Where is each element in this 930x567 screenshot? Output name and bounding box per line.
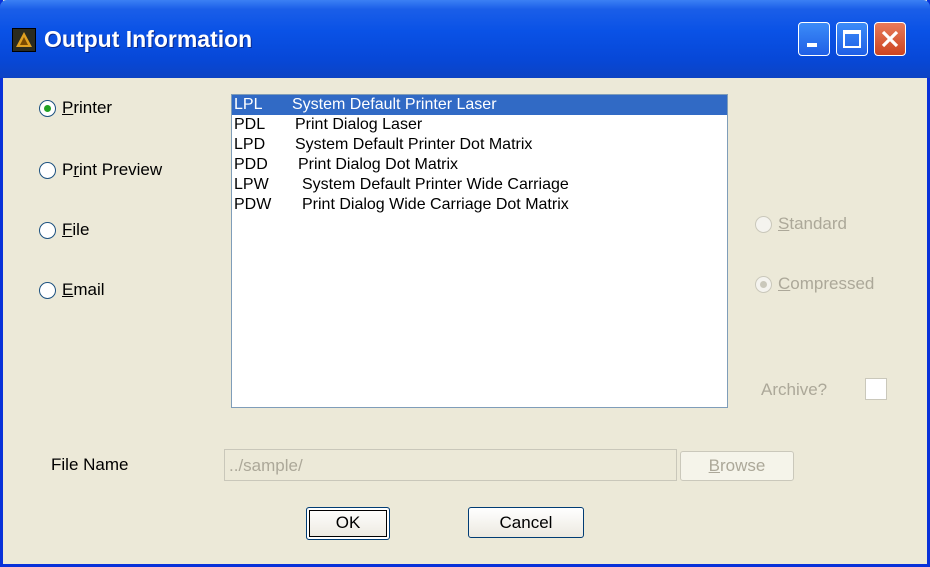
- title-bar[interactable]: Output Information: [0, 0, 930, 78]
- radio-standard[interactable]: Standard: [755, 214, 847, 234]
- list-item-desc: Print Dialog Laser: [295, 116, 423, 133]
- app-logo-icon: [12, 28, 36, 52]
- radio-file[interactable]: File: [39, 220, 89, 240]
- radio-print-preview[interactable]: Print Preview: [39, 160, 162, 180]
- file-name-input[interactable]: ../sample/: [224, 449, 677, 481]
- cancel-button[interactable]: Cancel: [468, 507, 584, 538]
- close-button[interactable]: [874, 22, 906, 56]
- radio-printer-button[interactable]: [39, 99, 56, 117]
- browse-accel: B: [708, 456, 720, 475]
- radio-email-label: Email: [62, 280, 105, 299]
- printer-list[interactable]: LPL System Default Printer Laser PDL Pri…: [231, 94, 728, 408]
- radio-email[interactable]: Email: [39, 280, 105, 300]
- radio-standard-label: Standard: [778, 214, 848, 233]
- archive-checkbox[interactable]: [865, 378, 887, 400]
- list-item-code: LPW: [234, 176, 269, 193]
- list-item[interactable]: LPL System Default Printer Laser: [232, 95, 727, 115]
- list-item-desc: System Default Printer Wide Carriage: [302, 176, 569, 193]
- radio-compressed[interactable]: Compressed: [755, 274, 874, 294]
- list-item[interactable]: PDW Print Dialog Wide Carriage Dot Matri…: [232, 195, 727, 215]
- radio-email-button[interactable]: [39, 281, 56, 299]
- list-item-desc: Print Dialog Wide Carriage Dot Matrix: [302, 196, 569, 213]
- radio-file-label: File: [62, 220, 90, 239]
- list-item-code: LPL: [234, 96, 263, 113]
- print-preview-rest: int Preview: [79, 160, 163, 179]
- list-item[interactable]: PDD Print Dialog Dot Matrix: [232, 155, 727, 175]
- radio-compressed-label: Compressed: [778, 274, 875, 293]
- radio-printer-label: Printer: [62, 98, 113, 117]
- list-item-code: LPD: [234, 136, 266, 153]
- minimize-icon: [807, 43, 817, 47]
- output-information-dialog: Output Information Printer Print Preview…: [0, 0, 930, 567]
- ok-button[interactable]: OK: [306, 507, 390, 540]
- radio-print-preview-button[interactable]: [39, 161, 56, 179]
- maximize-icon: [843, 30, 861, 48]
- radio-printer[interactable]: Printer: [39, 98, 112, 118]
- list-item-code: PDL: [234, 116, 266, 133]
- radio-print-preview-label: Print Preview: [62, 160, 163, 179]
- radio-file-button[interactable]: [39, 221, 56, 239]
- minimize-button[interactable]: [798, 22, 830, 56]
- list-item-desc: System Default Printer Dot Matrix: [295, 136, 533, 153]
- radio-compressed-button[interactable]: [755, 275, 772, 293]
- browse-button[interactable]: Browse: [680, 451, 794, 481]
- window-title: Output Information: [44, 26, 253, 52]
- list-item-desc: Print Dialog Dot Matrix: [298, 156, 459, 173]
- list-item-desc: System Default Printer Laser: [292, 96, 497, 113]
- browse-rest: rowse: [719, 456, 766, 475]
- list-item[interactable]: LPW System Default Printer Wide Carriage: [232, 175, 727, 195]
- maximize-button[interactable]: [836, 22, 868, 56]
- radio-standard-button[interactable]: [755, 215, 772, 233]
- close-icon: [881, 30, 899, 48]
- list-item-code: PDD: [234, 156, 268, 173]
- file-name-label: File Name: [51, 455, 129, 474]
- list-item[interactable]: LPD System Default Printer Dot Matrix: [232, 135, 727, 155]
- list-item-code: PDW: [234, 196, 272, 213]
- archive-label: Archive?: [761, 380, 828, 399]
- list-item[interactable]: PDL Print Dialog Laser: [232, 115, 727, 135]
